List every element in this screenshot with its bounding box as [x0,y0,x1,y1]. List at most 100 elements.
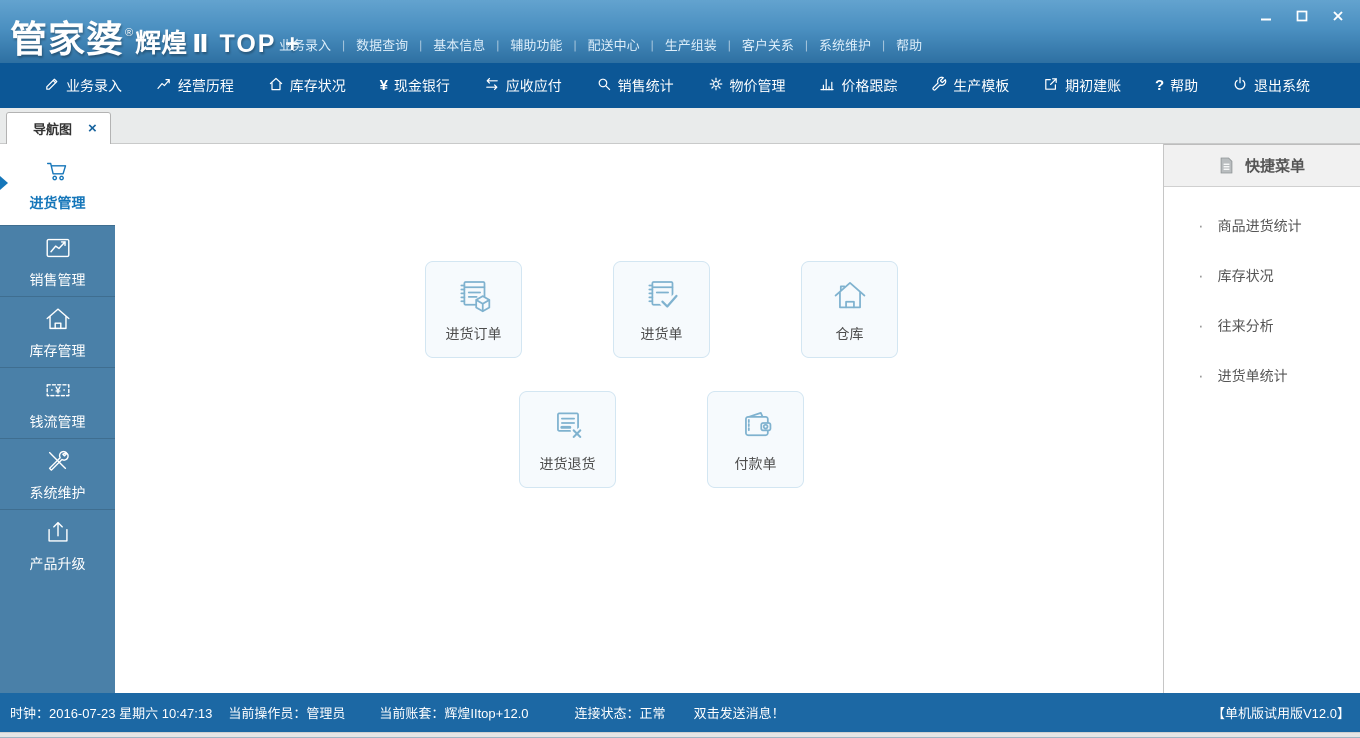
swap-arrows-icon [484,76,500,95]
sidebar-item-label: 销售管理 [30,270,86,290]
minimize-icon[interactable] [1256,8,1276,24]
purchase-order-icon [451,275,497,317]
banknote-icon: ¥ [43,375,73,405]
quick-menu-item-purchase-receipt-stats[interactable]: · 进货单统计 [1164,351,1360,401]
toolbar-item-production-template[interactable]: 生产模板 [931,76,1009,96]
quick-menu-header: 快捷菜单 [1164,144,1360,187]
card-label: 进货退货 [540,454,596,474]
tab-label: 导航图 [33,119,72,138]
search-icon [596,76,612,95]
bullet-icon: · [1198,266,1204,286]
sidebar-item-sales-management[interactable]: 销售管理 [0,225,115,296]
toolbar-item-price-tracking[interactable]: 价格跟踪 [819,76,897,96]
card-purchase-return[interactable]: 进货退货 [519,391,616,488]
sidebar-item-label: 库存管理 [30,341,86,361]
toolbar-label: 业务录入 [66,76,122,96]
quick-menu-title: 快捷菜单 [1245,155,1305,176]
toolbar-item-inventory-status[interactable]: 库存状况 [268,76,346,96]
sidebar-item-label: 钱流管理 [30,412,86,432]
status-account: 当前账套：辉煌IItop+12.0 [379,703,528,722]
tab-strip: 导航图 × [0,108,1360,144]
main-toolbar: 业务录入 经营历程 库存状况 ¥ 现金银行 应收应付 销售统计 物价管理 价格跟 [0,63,1360,108]
top-menu-item-auxiliary[interactable]: 辅助功能 [499,35,573,54]
quick-menu-item-transaction-analysis[interactable]: · 往来分析 [1164,301,1360,351]
top-menu-item-customer-relations[interactable]: 客户关系 [731,35,805,54]
bullet-icon: · [1198,366,1204,386]
sidebar-item-label: 系统维护 [30,483,86,503]
status-operator: 当前操作员：管理员 [228,703,345,722]
chart-line-icon [156,76,172,95]
upgrade-icon [43,517,73,547]
status-clock: 时钟：2016-07-23 星期六 10:47:13 [10,703,212,722]
card-label: 仓库 [836,324,864,344]
quick-menu-item-inventory-status[interactable]: · 库存状况 [1164,251,1360,301]
top-menu-item-help[interactable]: 帮助 [885,35,933,54]
question-icon: ? [1155,78,1164,94]
toolbar-label: 价格跟踪 [841,76,897,96]
top-menu-item-system-maintenance[interactable]: 系统维护 [808,35,882,54]
close-icon[interactable] [1328,8,1348,24]
sidebar: 进货管理 销售管理 库存管理 ¥ 钱流管理 系统维护 产品升级 [0,144,115,693]
card-label: 进货订单 [446,324,502,344]
warehouse-icon [827,275,873,317]
toolbar-item-help[interactable]: ? 帮助 [1155,76,1198,96]
tab-close-icon[interactable]: × [88,120,97,137]
quick-menu-item-label: 往来分析 [1218,316,1274,336]
wrench-icon [931,76,947,95]
sidebar-item-cashflow-management[interactable]: ¥ 钱流管理 [0,367,115,438]
power-icon [1232,76,1248,95]
payment-icon [733,405,779,447]
top-menu-item-delivery-center[interactable]: 配送中心 [577,35,651,54]
top-menu: 业务录入 | 数据查询 | 基本信息 | 辅助功能 | 配送中心 | 生产组装 … [268,35,933,54]
sidebar-item-system-maintenance[interactable]: 系统维护 [0,438,115,509]
trend-chart-icon [43,233,73,263]
status-send-message[interactable]: 双击发送消息！ [694,703,785,722]
card-warehouse[interactable]: 仓库 [801,261,898,358]
toolbar-item-sales-statistics[interactable]: 销售统计 [596,76,674,96]
sidebar-item-purchase-management[interactable]: 进货管理 [0,144,115,225]
maximize-icon[interactable] [1292,8,1312,24]
toolbar-label: 期初建账 [1065,76,1121,96]
registered-mark: ® [125,27,133,39]
quick-menu-item-label: 商品进货统计 [1218,216,1302,236]
document-icon [1219,157,1234,174]
top-menu-item-data-query[interactable]: 数据查询 [345,35,419,54]
cart-icon [43,156,73,186]
bar-chart-icon [819,76,835,95]
quick-menu-item-goods-purchase-stats[interactable]: · 商品进货统计 [1164,201,1360,251]
window-bottom-edge [0,732,1360,738]
toolbar-item-business-entry[interactable]: 业务录入 [44,76,122,96]
house-icon [43,304,73,334]
bullet-icon: · [1198,216,1204,236]
toolbar-item-receivable-payable[interactable]: 应收应付 [484,76,562,96]
card-payment-slip[interactable]: 付款单 [707,391,804,488]
titlebar: 管家婆 ® 辉煌 Ⅱ TOP + 业务录入 | 数据查询 | 基本信息 | 辅助… [0,0,1360,63]
tools-icon [43,446,73,476]
logo-text-main: 管家婆 [10,9,124,63]
sidebar-item-product-upgrade[interactable]: 产品升级 [0,509,115,580]
top-menu-item-business-entry[interactable]: 业务录入 [268,35,342,54]
toolbar-label: 库存状况 [290,76,346,96]
top-menu-item-basic-info[interactable]: 基本信息 [422,35,496,54]
toolbar-item-operation-history[interactable]: 经营历程 [156,76,234,96]
external-link-icon [1043,76,1059,95]
yen-icon: ¥ [380,78,388,94]
sidebar-item-inventory-management[interactable]: 库存管理 [0,296,115,367]
toolbar-label: 销售统计 [618,76,674,96]
tab-navigation-map[interactable]: 导航图 × [6,112,111,144]
toolbar-item-initial-accounts[interactable]: 期初建账 [1043,76,1121,96]
logo-text-sub: 辉煌 [135,23,187,60]
card-purchase-order[interactable]: 进货订单 [425,261,522,358]
toolbar-item-price-management[interactable]: 物价管理 [708,76,786,96]
status-edition: 【单机版试用版V12.0】 [1212,703,1350,722]
toolbar-label: 经营历程 [178,76,234,96]
toolbar-label: 生产模板 [953,76,1009,96]
toolbar-item-cash-bank[interactable]: ¥ 现金银行 [380,76,450,96]
sidebar-item-label: 进货管理 [30,193,86,213]
toolbar-label: 现金银行 [394,76,450,96]
window-controls [1256,8,1348,24]
sidebar-item-label: 产品升级 [30,554,86,574]
top-menu-item-production[interactable]: 生产组装 [654,35,728,54]
toolbar-item-exit-system[interactable]: 退出系统 [1232,76,1310,96]
card-purchase-receipt[interactable]: 进货单 [613,261,710,358]
